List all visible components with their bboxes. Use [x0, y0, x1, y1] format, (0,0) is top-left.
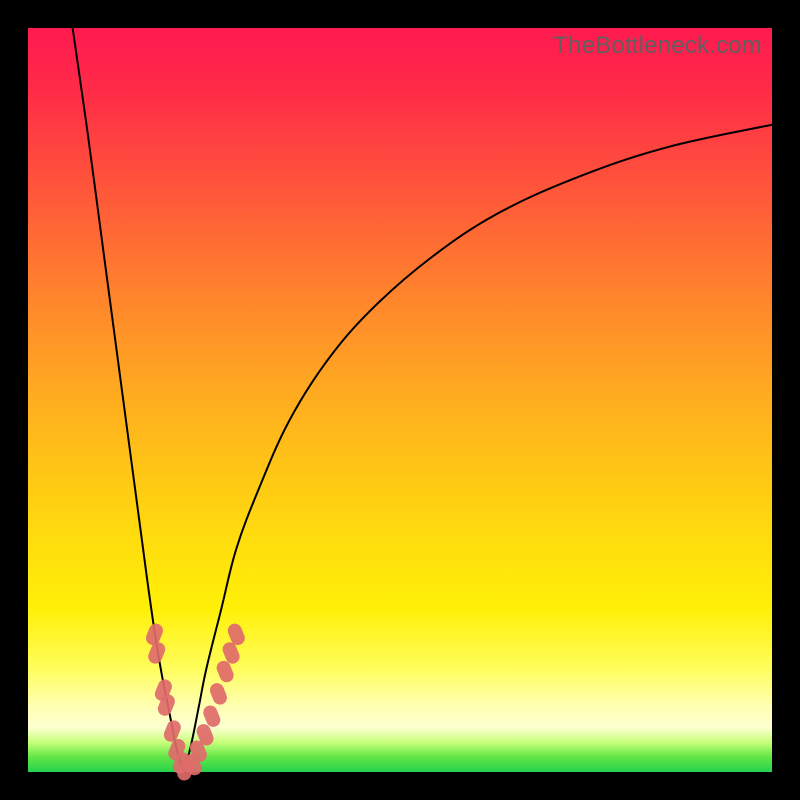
- left-branch-path: [73, 28, 185, 772]
- plot-area: TheBottleneck.com: [28, 28, 772, 772]
- bottleneck-curve-svg: [28, 28, 772, 772]
- right-band-markers-marker: [208, 681, 229, 707]
- marker-group: [144, 622, 247, 783]
- right-branch-path: [184, 125, 772, 772]
- curve-group: [73, 28, 772, 772]
- chart-frame: TheBottleneck.com: [0, 0, 800, 800]
